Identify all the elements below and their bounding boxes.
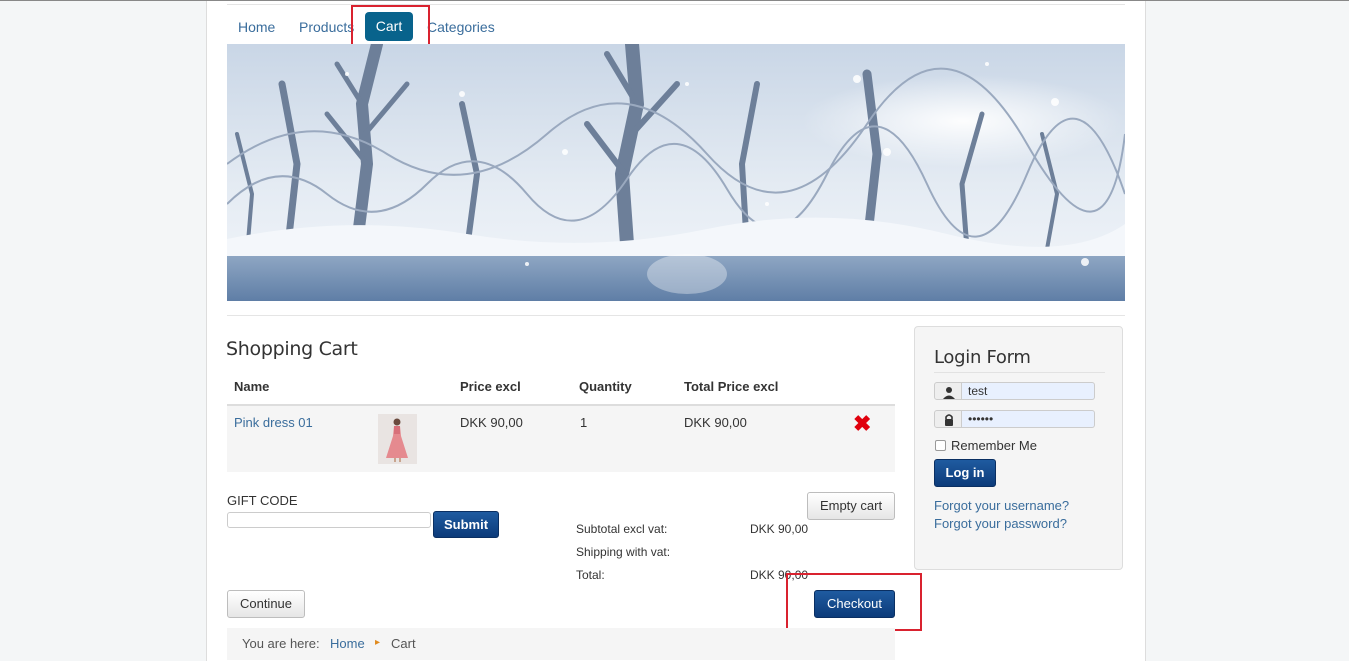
remove-item-icon[interactable]: ✖ (853, 413, 871, 435)
nav-cart[interactable]: Cart (365, 12, 413, 41)
product-name-link[interactable]: Pink dress 01 (234, 415, 313, 430)
user-icon (934, 382, 962, 400)
login-form: Login Form test •••••• Remember Me Log i… (914, 326, 1123, 570)
lock-icon (934, 410, 962, 428)
col-total-header: Total Price excl (684, 379, 779, 394)
cart-title: Shopping Cart (226, 338, 358, 360)
header-divider (227, 4, 1125, 5)
remember-me-checkbox[interactable] (935, 440, 946, 451)
dress-image (378, 414, 417, 464)
page-container: Home Products Cart Categories Shopping C… (206, 1, 1146, 661)
forgot-username-link[interactable]: Forgot your username? (934, 498, 1069, 513)
col-quantity-header: Quantity (579, 379, 632, 394)
col-name-header: Name (234, 379, 270, 394)
breadcrumb-prefix: You are here: (242, 636, 320, 651)
winter-banner-image (227, 44, 1125, 301)
subtotal-value: DKK 90,00 (750, 522, 809, 536)
remember-me-label: Remember Me (951, 438, 1037, 453)
breadcrumb: You are here: Home ▸ Cart (227, 628, 895, 660)
total-label: Total: (576, 568, 605, 582)
username-field-group: test (934, 382, 1095, 400)
gift-code-label: GIFT CODE (227, 493, 298, 508)
login-title: Login Form (934, 347, 1031, 368)
password-input[interactable]: •••••• (962, 410, 1095, 428)
product-thumbnail[interactable] (378, 414, 417, 464)
col-price-header: Price excl (460, 379, 521, 394)
forgot-password-link[interactable]: Forgot your password? (934, 516, 1067, 531)
gift-submit-button[interactable]: Submit (433, 511, 499, 538)
breadcrumb-arrow-icon: ▸ (375, 637, 381, 648)
empty-cart-button[interactable]: Empty cart (807, 492, 895, 520)
product-total: DKK 90,00 (684, 415, 747, 430)
login-button[interactable]: Log in (934, 459, 996, 487)
breadcrumb-current: Cart (391, 636, 416, 651)
total-value: DKK 90,00 (750, 568, 809, 582)
subtotal-label: Subtotal excl vat: (576, 522, 668, 536)
product-price: DKK 90,00 (460, 415, 523, 430)
username-input[interactable]: test (962, 382, 1095, 400)
password-field-group: •••••• (934, 410, 1095, 428)
gift-code-input[interactable] (227, 512, 431, 528)
nav-products[interactable]: Products (299, 19, 354, 35)
table-row (227, 406, 895, 472)
nav-home[interactable]: Home (238, 19, 275, 35)
breadcrumb-home-link[interactable]: Home (330, 636, 365, 651)
content-divider (227, 315, 1125, 316)
product-quantity: 1 (580, 415, 588, 430)
checkout-button[interactable]: Checkout (814, 590, 895, 618)
shipping-label: Shipping with vat: (576, 545, 671, 559)
continue-button[interactable]: Continue (227, 590, 305, 618)
nav-categories[interactable]: Categories (427, 19, 495, 35)
banner-art (227, 44, 1125, 301)
login-title-divider (934, 372, 1105, 373)
